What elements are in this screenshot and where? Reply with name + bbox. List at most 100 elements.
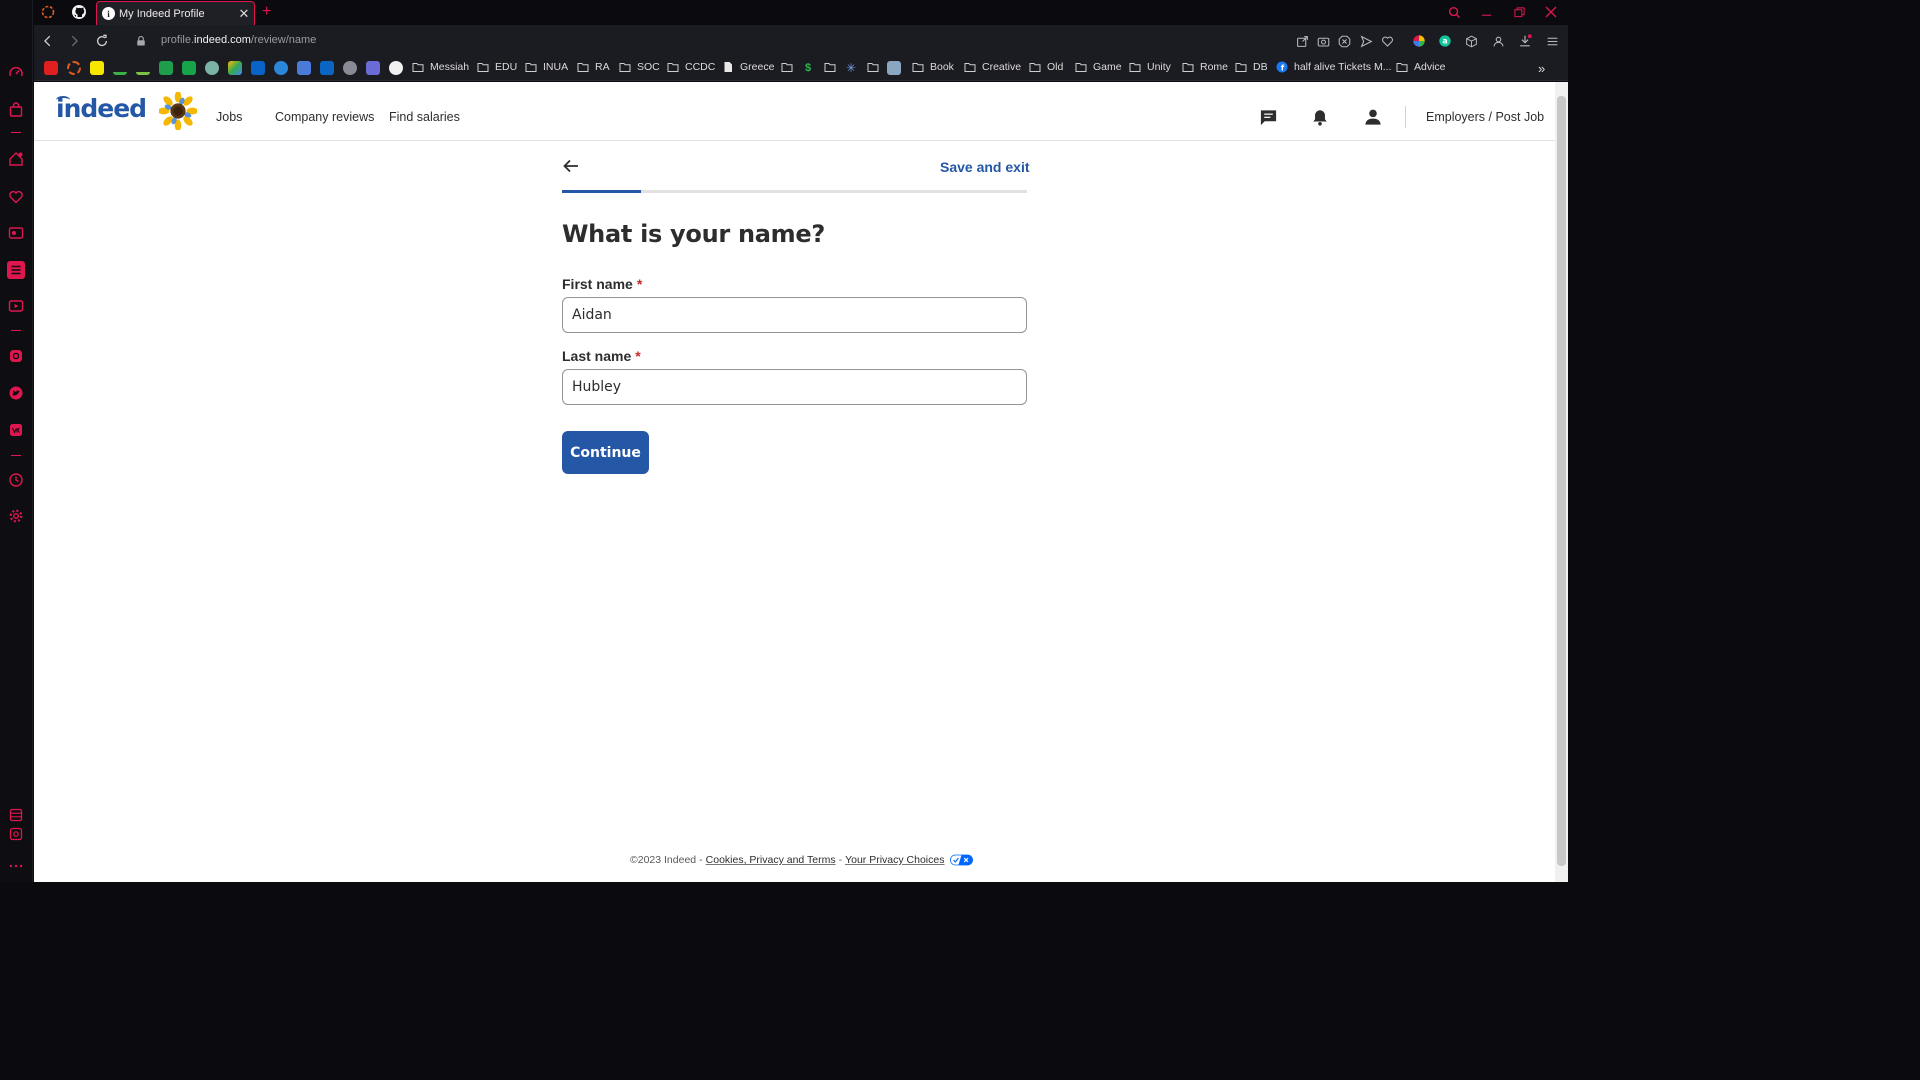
folder-icon — [824, 63, 836, 72]
image-bookmark-icon[interactable] — [887, 61, 901, 75]
continue-button[interactable]: Continue — [562, 431, 649, 474]
more-options-icon[interactable] — [7, 857, 25, 875]
nav-find-salaries[interactable]: Find salaries — [389, 110, 460, 124]
globe-bookmark-icon[interactable] — [343, 61, 357, 75]
share-page-icon[interactable] — [1294, 33, 1310, 49]
messenger-icon[interactable] — [7, 150, 25, 168]
player-icon[interactable] — [7, 224, 25, 242]
github-bookmark-icon[interactable] — [389, 61, 403, 75]
snapchat-bookmark-icon[interactable] — [90, 61, 104, 75]
tasks-list-icon[interactable] — [7, 261, 25, 279]
nav-employers-post-job[interactable]: Employers / Post Job — [1426, 110, 1544, 124]
sheets-bookmark-icon[interactable] — [182, 61, 196, 75]
bookmark-folder-ra[interactable]: RA — [577, 61, 610, 73]
bookmark-folder-unity[interactable]: Unity — [1129, 61, 1171, 73]
profile-person-icon[interactable] — [1363, 107, 1383, 127]
back-nav-icon[interactable] — [40, 33, 56, 49]
linkedin-bookmark-icon[interactable] — [320, 61, 334, 75]
settings-gear-icon[interactable] — [7, 507, 25, 525]
new-tab-button[interactable]: + — [262, 3, 271, 21]
speed-dial-icon[interactable] — [7, 64, 25, 82]
bookmark-folder-soc[interactable]: SOC — [619, 61, 660, 73]
restore-icon[interactable] — [1510, 4, 1528, 20]
audio-bookmark-icon[interactable] — [366, 61, 380, 75]
openai-bookmark-icon[interactable] — [205, 61, 219, 75]
twitter-icon[interactable] — [7, 384, 25, 402]
bookmark-heart-icon[interactable] — [1379, 33, 1395, 49]
easy-setup-menu-icon[interactable] — [1544, 33, 1560, 49]
page-scrollbar[interactable] — [1555, 82, 1568, 882]
bookmark-folder-unnamed[interactable] — [867, 61, 885, 73]
snapshot-camera-icon[interactable] — [1315, 33, 1331, 49]
close-window-icon[interactable] — [1542, 4, 1560, 20]
nav-jobs[interactable]: Jobs — [216, 110, 242, 124]
pinned-tab-opera-icon[interactable] — [40, 4, 56, 20]
bookmark-folder-game[interactable]: Game — [1075, 61, 1122, 73]
snowflake-bookmark-icon[interactable]: ✳ — [844, 61, 858, 75]
first-name-input[interactable]: Aidan — [562, 297, 1027, 333]
crypto-wallet-icon[interactable] — [7, 825, 25, 843]
tab-close-icon[interactable]: ✕ — [236, 6, 252, 22]
tower-bookmark-icon[interactable] — [297, 61, 311, 75]
bookmark-folder-rome[interactable]: Rome — [1182, 61, 1228, 73]
more-bookmarks-chevron-icon[interactable]: » — [1538, 61, 1545, 76]
secure-lock-icon[interactable] — [133, 33, 149, 49]
save-and-exit-link[interactable]: Save and exit — [940, 159, 1030, 175]
account-icon[interactable] — [1490, 33, 1506, 49]
favorites-heart-icon[interactable] — [7, 188, 25, 206]
scrollbar-thumb[interactable] — [1557, 96, 1566, 866]
workspaces-icon[interactable] — [7, 806, 25, 824]
bookmark-folder-db[interactable]: DB — [1235, 61, 1268, 73]
forward-nav-icon[interactable] — [66, 33, 82, 49]
minimize-icon[interactable] — [1477, 4, 1495, 20]
bookmark-folder-old[interactable]: Old — [1029, 61, 1063, 73]
outlook-bookmark-icon[interactable] — [251, 61, 265, 75]
bookmark-folder-messiah[interactable]: Messiah — [412, 61, 469, 73]
required-asterisk: * — [636, 276, 643, 292]
extensions-cube-icon[interactable] — [1463, 33, 1479, 49]
messages-bookmark-icon[interactable] — [274, 61, 288, 75]
instagram-icon[interactable] — [7, 347, 25, 365]
downloads-icon[interactable] — [1517, 33, 1533, 49]
nav-company-reviews[interactable]: Company reviews — [275, 110, 374, 124]
privacy-choices-link[interactable]: Your Privacy Choices — [845, 854, 944, 866]
pen-bookmark-icon[interactable] — [113, 61, 127, 75]
youtube-bookmark-icon[interactable] — [44, 61, 58, 75]
search-tabs-icon[interactable] — [1445, 4, 1463, 20]
bookmark-greece[interactable]: Greece — [722, 61, 774, 73]
ad-blocker-icon[interactable] — [1336, 33, 1352, 49]
opera-bookmark-icon[interactable] — [67, 61, 81, 75]
bookmark-folder-book[interactable]: Book — [912, 61, 954, 73]
bookmark-folder-ccdc[interactable]: CCDC — [667, 61, 715, 73]
pinned-tab-github-icon[interactable] — [71, 4, 87, 20]
video-popout-icon[interactable] — [7, 297, 25, 315]
last-name-input[interactable]: Hubley — [562, 369, 1027, 405]
bookmark-folder-edu[interactable]: EDU — [477, 61, 517, 73]
privacy-choices-toggle-icon[interactable] — [949, 854, 973, 866]
color-extension-icon[interactable] — [1411, 33, 1427, 49]
notifications-bell-icon[interactable] — [1310, 107, 1330, 127]
drive-bookmark-icon[interactable] — [228, 61, 242, 75]
active-tab[interactable]: i My Indeed Profile ✕ — [96, 1, 255, 25]
folder-icon — [412, 63, 424, 72]
reload-icon[interactable] — [94, 33, 110, 49]
shopping-bag-icon[interactable] — [7, 101, 25, 119]
chat-bookmark-icon[interactable] — [159, 61, 173, 75]
grammar-extension-icon[interactable]: a — [1437, 33, 1453, 49]
send-flow-icon[interactable] — [1358, 33, 1374, 49]
vk-icon[interactable] — [7, 421, 25, 439]
history-clock-icon[interactable] — [7, 471, 25, 489]
bookmark-folder-advice[interactable]: Advice — [1396, 61, 1446, 73]
messages-icon[interactable] — [1258, 107, 1278, 127]
bookmark-folder-inua[interactable]: INUA — [525, 61, 568, 73]
back-arrow-icon[interactable] — [562, 158, 580, 174]
indeed-logo[interactable]: indeed — [56, 94, 147, 123]
dollar-bookmark-icon[interactable]: $ — [801, 61, 815, 75]
tree-bookmark-icon[interactable] — [136, 61, 150, 75]
cookies-privacy-terms-link[interactable]: Cookies, Privacy and Terms — [706, 854, 836, 866]
url-field[interactable]: profile.indeed.com/review/name — [161, 34, 316, 46]
bookmark-half-alive-tickets[interactable]: f half alive Tickets M... — [1276, 61, 1391, 73]
bookmark-folder-unnamed[interactable] — [781, 61, 799, 73]
bookmark-folder-unnamed[interactable] — [824, 61, 842, 73]
bookmark-folder-creative[interactable]: Creative — [964, 61, 1021, 73]
